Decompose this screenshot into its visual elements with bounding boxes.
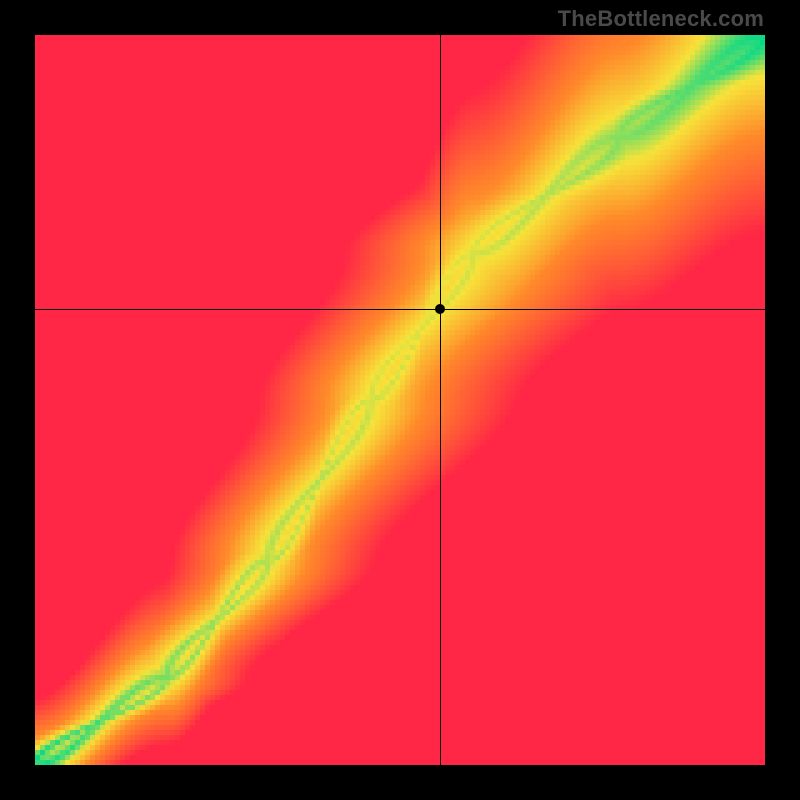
chart-frame: TheBottleneck.com <box>0 0 800 800</box>
crosshair-horizontal <box>35 309 765 310</box>
selection-marker <box>435 304 445 314</box>
plot-area <box>35 35 765 765</box>
crosshair-vertical <box>440 35 441 765</box>
watermark-text: TheBottleneck.com <box>558 6 764 32</box>
heatmap-canvas <box>35 35 765 765</box>
